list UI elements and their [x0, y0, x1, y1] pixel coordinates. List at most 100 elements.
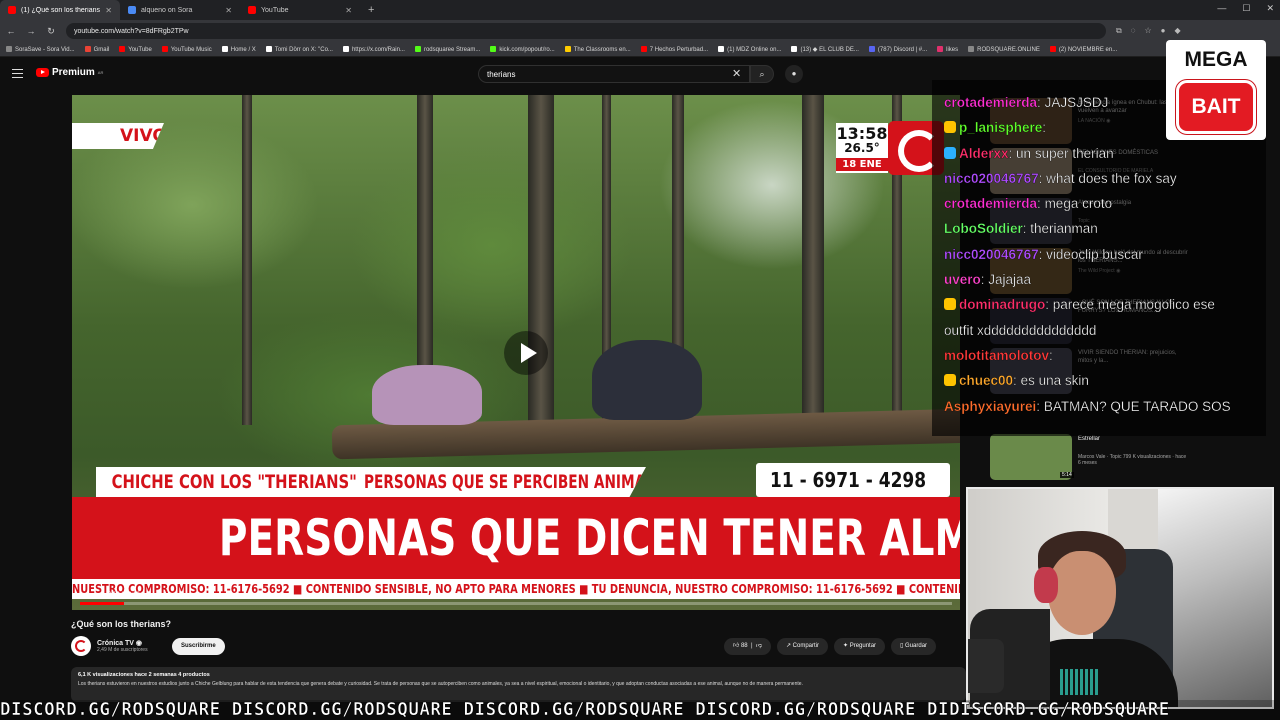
bookmark-item[interactable]: likes — [937, 45, 958, 53]
description-text: Los therians estuvieron en nuestros estu… — [78, 681, 803, 687]
back-icon[interactable]: ← — [6, 26, 16, 36]
search-input[interactable]: therians — [478, 65, 750, 83]
webcam-feed — [966, 487, 1274, 709]
video-description[interactable]: 6,1 K visualizaciones hace 2 semanas 4 p… — [71, 667, 966, 702]
chat-badge-icon — [944, 146, 956, 159]
forward-icon[interactable]: → — [26, 26, 36, 36]
bookmark-favicon-icon — [791, 45, 798, 52]
chat-text: parece mega mogolico ese — [1052, 297, 1215, 313]
bookmark-item[interactable]: The Classrooms en... — [564, 45, 631, 53]
broadcast-clock: 13:58 26.5° 18 ENE — [836, 123, 888, 173]
menu-icon[interactable] — [12, 69, 23, 78]
channel-avatar[interactable] — [71, 636, 91, 656]
chat-message: chuec00: es una skin — [944, 368, 1266, 393]
related-video-item[interactable]: Estrellar Marcos Vale · Topic 799 K visua… — [990, 432, 1200, 482]
bookmark-item[interactable]: (1) MDZ Online on... — [718, 45, 782, 53]
bookmark-item[interactable]: rodsquaree Stream... — [414, 45, 481, 53]
mega-bait-sticker: MEGA BAIT — [1166, 40, 1266, 140]
save-button[interactable]: ▯ Guardar — [891, 638, 937, 655]
bookmark-item[interactable]: https://x.com/Rain... — [342, 45, 405, 53]
bookmark-item[interactable]: RODSQUARE.ONLINE — [968, 45, 1040, 53]
chat-username: nicc020046767 — [944, 170, 1039, 186]
youtube-logo[interactable]: Premium AR — [36, 67, 103, 78]
play-button[interactable] — [504, 331, 548, 375]
voice-search-button[interactable]: ● — [785, 65, 803, 83]
extension-icon[interactable]: ● — [1161, 26, 1166, 36]
chat-username: Alderxx — [959, 145, 1009, 161]
progress-fill — [80, 602, 124, 605]
bookmark-item[interactable]: Tomi Dörr on X: "Co... — [265, 45, 333, 53]
close-tab-icon[interactable]: ✕ — [105, 6, 112, 15]
channel-info[interactable]: Crónica TV ◉ 2,49 M de suscriptores — [71, 636, 148, 656]
clear-search-icon[interactable]: ✕ — [732, 67, 741, 80]
close-tab-icon[interactable]: ✕ — [225, 6, 232, 15]
microphone-icon: ● — [791, 69, 797, 78]
close-window-icon[interactable]: ✕ — [1266, 3, 1274, 14]
star-icon[interactable]: ☆ — [1144, 26, 1151, 36]
chat-badge-icon — [944, 121, 956, 134]
like-button[interactable]: 👍︎ 88 | 👎︎ — [724, 638, 771, 655]
browser-tab[interactable]: (1) ¿Qué son los therians? ✕ — [0, 0, 120, 20]
bookmark-favicon-icon — [718, 45, 725, 52]
whatsapp-phone-badge: 11 - 6971 - 4298 — [756, 463, 950, 497]
bookmark-label: 7 Hechos Perturbad... — [649, 46, 709, 53]
ask-button[interactable]: ✦ Preguntar — [834, 638, 886, 655]
bookmark-label: (13) ◆ EL CLUB DE... — [800, 46, 859, 53]
new-tab-button[interactable]: + — [360, 4, 382, 16]
mega-bait-line2: BAIT — [1176, 80, 1256, 134]
close-tab-icon[interactable]: ✕ — [345, 6, 352, 15]
bookmark-label: YouTube Music — [170, 46, 212, 53]
chat-username: crotademierda — [944, 95, 1038, 110]
bookmark-favicon-icon — [6, 45, 12, 52]
video-player[interactable]: VIVO 13:58 26.5° 18 ENE CHICHE CON LOS "… — [72, 95, 960, 610]
thumbs-down-icon[interactable]: 👎︎ — [756, 643, 762, 649]
chat-message: Asphyxiayurei: BATMAN? QUE TARADO SOS — [944, 398, 1231, 414]
screen: (1) ¿Qué son los therians? ✕ alqueno on So… — [0, 0, 1280, 720]
bookmark-item[interactable]: (13) ◆ EL CLUB DE... — [791, 45, 859, 53]
bookmark-item[interactable]: Gmail — [84, 45, 109, 53]
progress-bar[interactable] — [80, 602, 952, 605]
bookmark-favicon-icon — [119, 45, 126, 52]
thumbs-up-icon: 👍︎ — [733, 643, 741, 649]
bookmark-item[interactable]: (2) NOVIEMBRE en... — [1049, 45, 1117, 53]
share-button[interactable]: ↗ Compartir — [776, 638, 828, 655]
audio-visualizer — [1060, 669, 1100, 695]
bookmark-item[interactable]: SoraSave - Sora Vid... — [6, 45, 75, 53]
tab-label: YouTube — [261, 6, 289, 14]
maximize-icon[interactable]: ☐ — [1242, 3, 1250, 14]
share-label: Compartir — [792, 643, 819, 649]
chat-badge-icon — [944, 374, 956, 387]
search-button[interactable]: ⌕ — [750, 65, 774, 83]
chat-text: un super therian — [1016, 145, 1114, 161]
bookmark-favicon-icon — [868, 45, 875, 52]
share-icon: ↗ — [785, 643, 793, 649]
minimize-icon[interactable]: — — [1217, 3, 1226, 14]
bookmark-favicon-icon — [937, 45, 944, 52]
bookmark-favicon-icon — [84, 45, 91, 52]
browser-tab[interactable]: YouTube ✕ — [240, 0, 360, 20]
bookmark-label: rodsquaree Stream... — [423, 46, 481, 53]
puzzle-icon[interactable]: ◆ — [1175, 26, 1181, 36]
bookmark-item[interactable]: YouTube — [119, 45, 152, 53]
bookmark-item[interactable]: (787) Discord | #... — [868, 45, 927, 53]
channel-name[interactable]: Crónica TV ◉ — [97, 639, 148, 647]
live-badge: VIVO — [72, 123, 164, 149]
subscribe-button[interactable]: Suscribirme — [172, 638, 225, 655]
bookmark-item[interactable]: 7 Hechos Perturbad... — [640, 45, 709, 53]
related-title[interactable]: Estrellar — [1078, 435, 1188, 443]
bookmark-label: https://x.com/Rain... — [351, 46, 405, 53]
bookmark-item[interactable]: kick.com/popout/ro... — [490, 45, 555, 53]
browser-tab[interactable]: alqueno on Sora ✕ — [120, 0, 240, 20]
install-icon[interactable]: ⧉ — [1116, 26, 1122, 36]
bookmarks-bar: SoraSave - Sora Vid... Gmail YouTube YouTub… — [0, 42, 1280, 57]
bookmark-item[interactable]: Home / X — [221, 45, 256, 53]
chat-text: videoclip buscar — [1046, 246, 1143, 262]
url-field[interactable]: youtube.com/watch?v=8dFRgb2TPw — [66, 23, 1106, 39]
reload-icon[interactable]: ↻ — [46, 26, 56, 37]
youtube-play-icon — [36, 68, 49, 77]
ask-label: Preguntar — [849, 643, 877, 649]
bookmark-item[interactable]: YouTube Music — [161, 45, 212, 53]
bookmark-label: (1) MDZ Online on... — [727, 46, 782, 53]
eye-off-icon[interactable]: ◌ — [1131, 26, 1136, 36]
chat-message: outfit xddddddddddddddd — [944, 318, 1266, 343]
